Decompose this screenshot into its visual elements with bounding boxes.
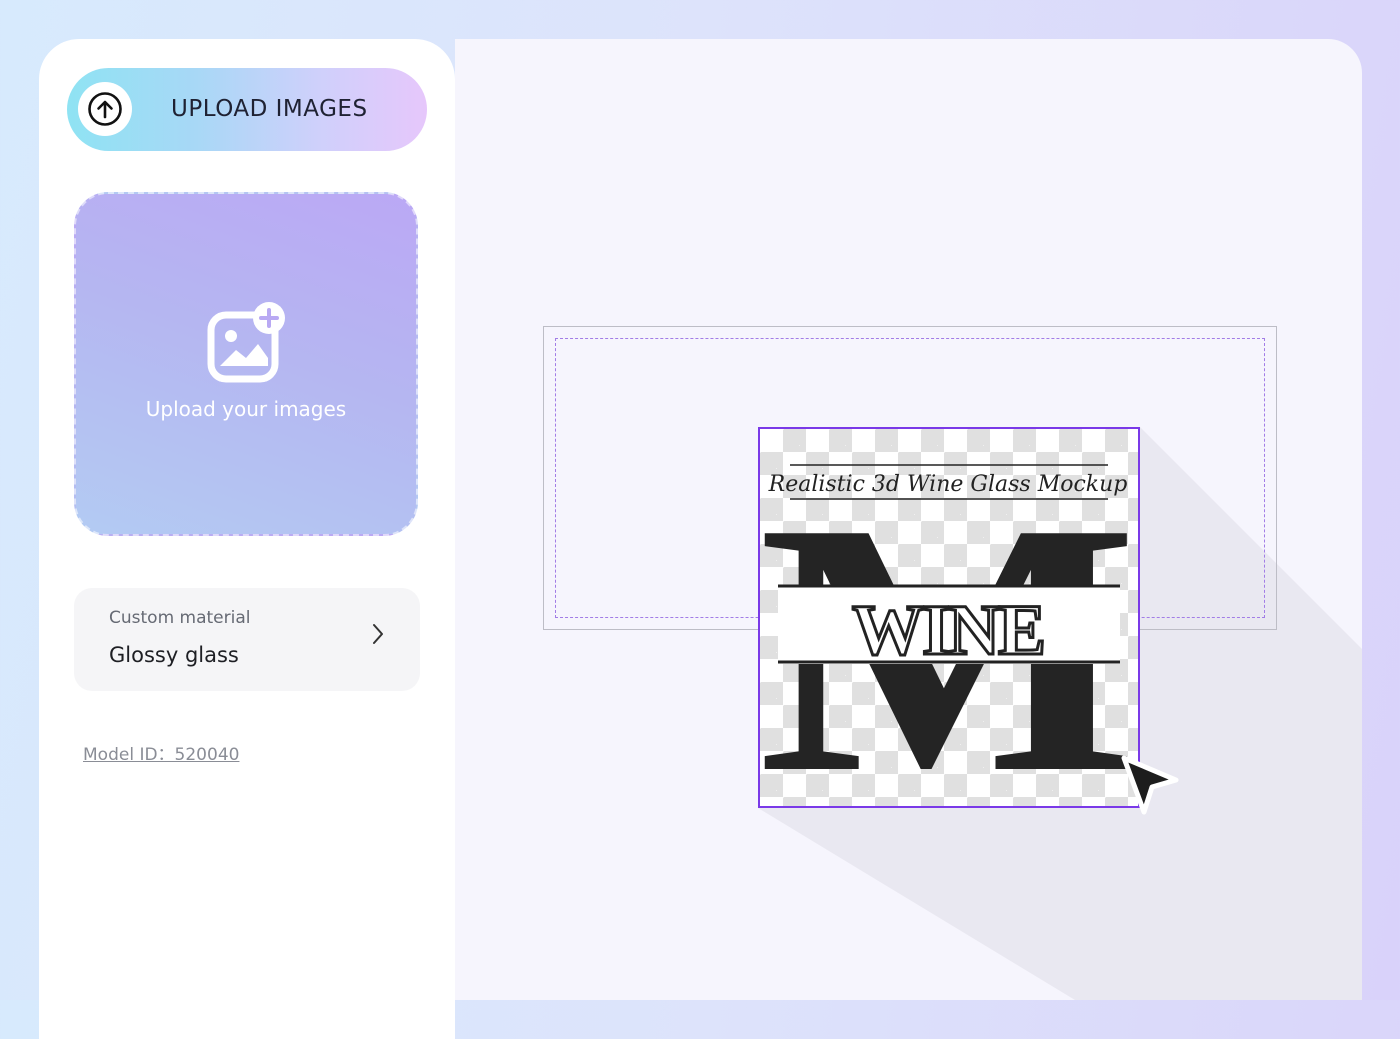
upload-arrow-circle-icon: [88, 92, 122, 126]
canvas-panel: Realistic 3d Wine Glass Mockup M WINE: [455, 39, 1362, 1000]
dropzone-text: Upload your images: [145, 397, 347, 421]
model-id-link[interactable]: Model ID：520040: [83, 740, 239, 765]
material-caption: Custom material: [109, 608, 251, 628]
image-dropzone[interactable]: Upload your images: [74, 192, 418, 536]
sidebar: UPLOAD IMAGES Upload your images Custom …: [39, 39, 455, 1039]
upload-icon-circle: [78, 82, 132, 136]
mouse-pointer-icon: [1121, 755, 1179, 815]
design-word: WINE: [852, 590, 1044, 670]
upload-images-label: UPLOAD IMAGES: [171, 96, 368, 122]
design-layer[interactable]: Realistic 3d Wine Glass Mockup M WINE: [758, 427, 1140, 808]
custom-material-selector[interactable]: Custom material Glossy glass: [74, 588, 420, 691]
material-value: Glossy glass: [109, 643, 239, 667]
add-image-icon: [207, 302, 285, 383]
upload-images-button[interactable]: UPLOAD IMAGES: [67, 68, 427, 151]
monogram-artwork: Realistic 3d Wine Glass Mockup M WINE: [760, 448, 1137, 805]
chevron-right-icon: [373, 624, 383, 644]
